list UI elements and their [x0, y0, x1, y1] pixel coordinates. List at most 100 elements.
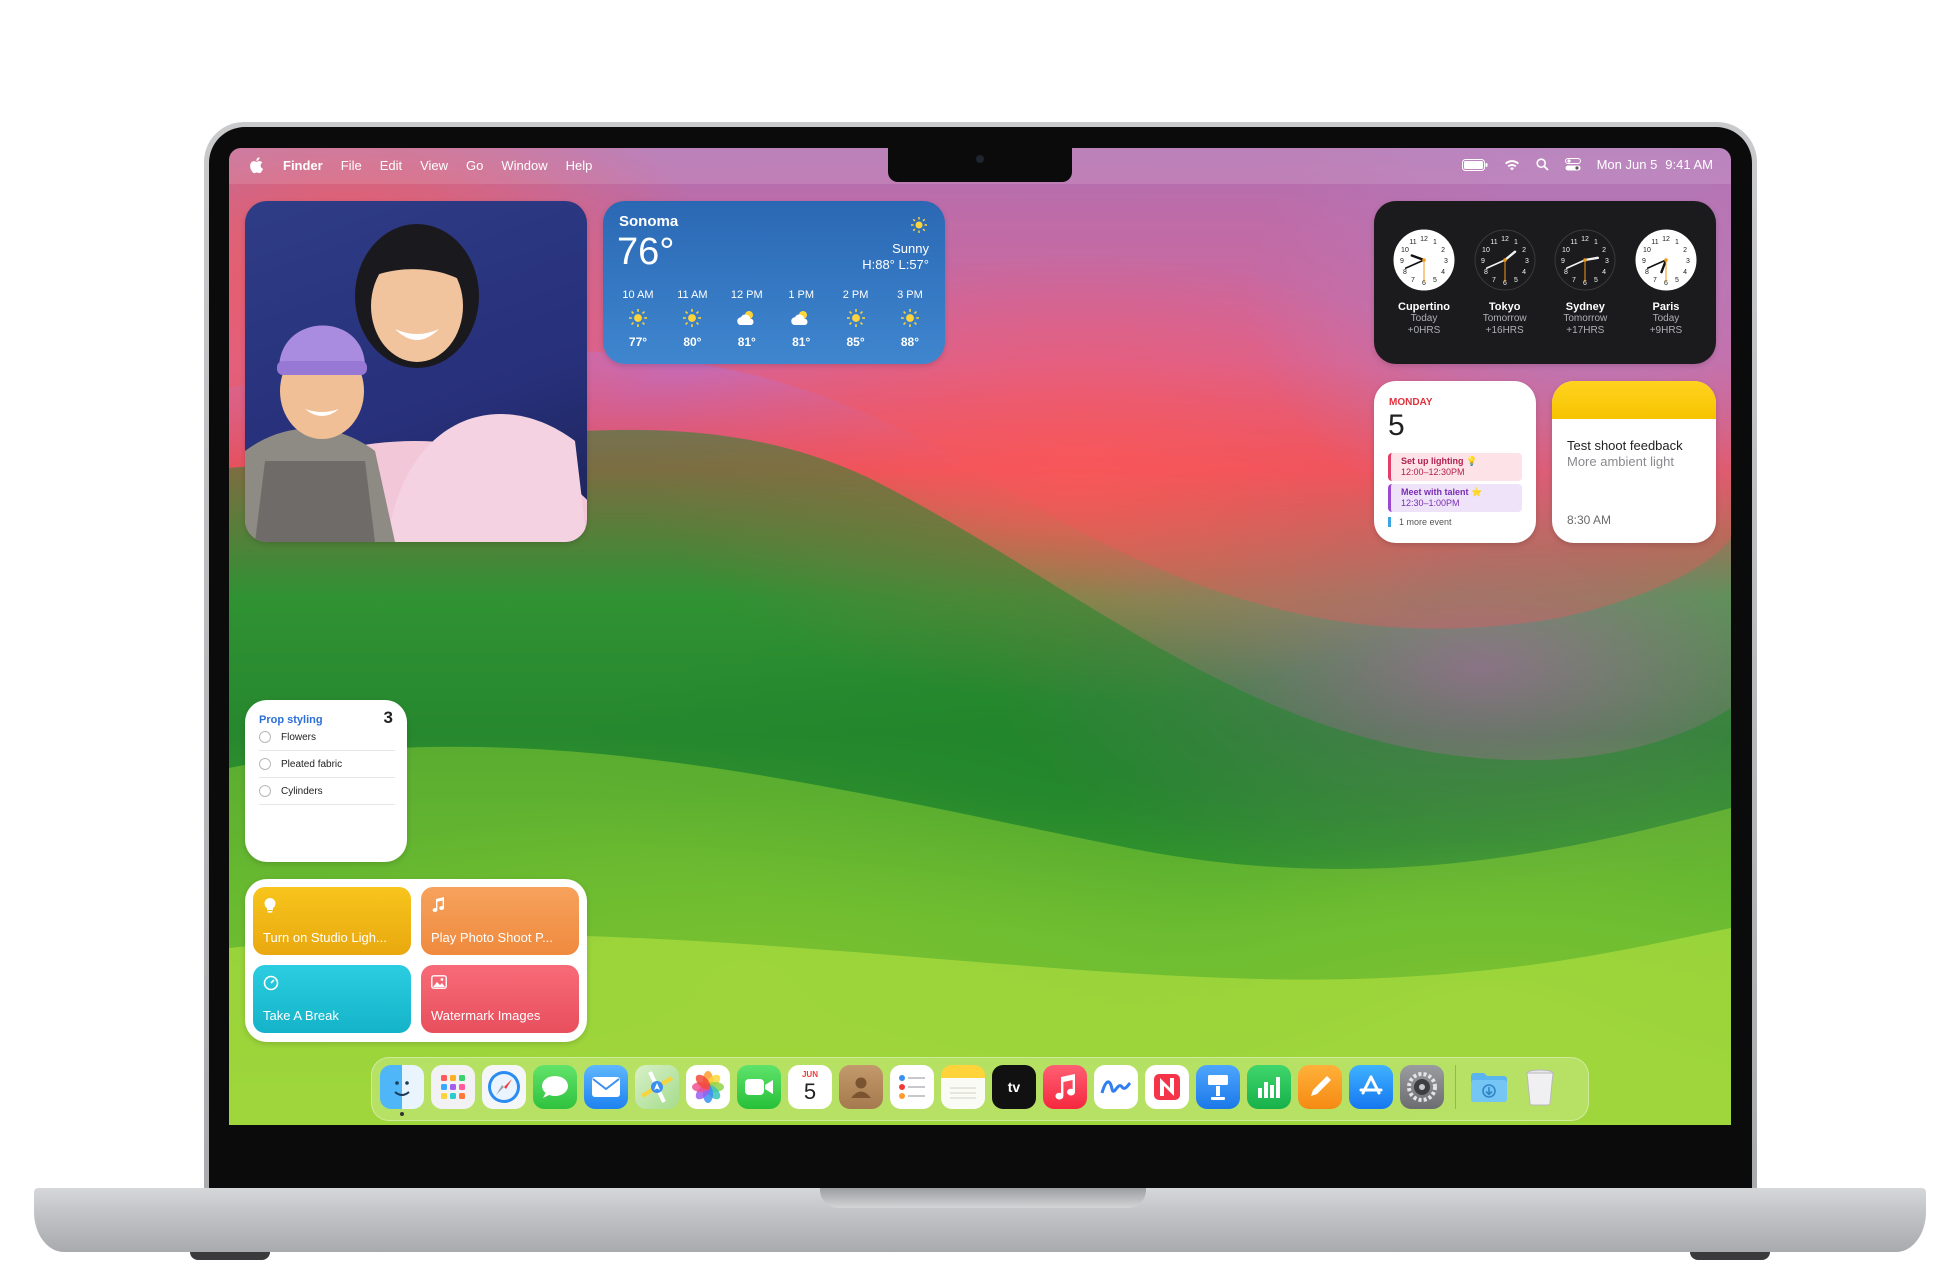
calendar-weekday: MONDAY — [1389, 397, 1433, 408]
menu-go[interactable]: Go — [466, 158, 483, 173]
control-center-icon[interactable] — [1565, 158, 1581, 171]
dock-launchpad[interactable] — [431, 1065, 475, 1109]
dock-downloads-folder[interactable] — [1467, 1065, 1511, 1109]
dock-contacts[interactable] — [839, 1065, 883, 1109]
dock-trash[interactable] — [1518, 1065, 1562, 1109]
menu-view[interactable]: View — [420, 158, 448, 173]
shortcut-take-a-break[interactable]: Take A Break — [253, 965, 411, 1033]
menu-app-finder[interactable]: Finder — [283, 158, 323, 173]
clock-numeral: 5 — [1675, 277, 1679, 284]
clock-numeral: 3 — [1686, 258, 1690, 265]
launchpad-icon — [439, 1073, 467, 1101]
dock-keynote[interactable] — [1196, 1065, 1240, 1109]
clock-numeral: 11 — [1651, 239, 1658, 246]
shortcut-label: Watermark Images — [431, 1008, 540, 1023]
dock-mail[interactable] — [584, 1065, 628, 1109]
forecast-hour: 2 PM85° — [829, 289, 883, 349]
weather-hourly-forecast: 10 AM77° 11 AM80° 12 PM81° 1 PM81° 2 PM8… — [611, 289, 937, 349]
photos-widget[interactable] — [245, 201, 587, 542]
message-bubble-icon — [540, 1074, 570, 1100]
event-title: Meet with talent ⭐ — [1401, 487, 1522, 498]
dock-maps[interactable] — [635, 1065, 679, 1109]
calendar-event[interactable]: Meet with talent ⭐ 12:30–1:00PM — [1388, 484, 1522, 512]
calendar-date: 5 — [1388, 409, 1405, 443]
clock-numeral: 2 — [1683, 247, 1687, 254]
clock-numeral: 11 — [1571, 239, 1578, 246]
shortcut-studio-lights[interactable]: Turn on Studio Ligh... — [253, 887, 411, 955]
dock-app-store[interactable] — [1349, 1065, 1393, 1109]
apple-menu-icon[interactable] — [249, 156, 265, 174]
clock-offset: +9HRS — [1626, 325, 1706, 337]
dock-notes[interactable] — [941, 1065, 985, 1109]
checkbox-circle-icon[interactable] — [259, 731, 271, 743]
clock-numeral: 2 — [1602, 247, 1606, 254]
dock-numbers[interactable] — [1247, 1065, 1291, 1109]
laptop-foot-right — [1690, 1252, 1770, 1260]
dock-photos[interactable] — [686, 1065, 730, 1109]
forecast-temp: 81° — [720, 335, 774, 349]
laptop-opening-notch — [820, 1188, 1146, 1208]
clock-day: Tomorrow — [1465, 313, 1545, 325]
forecast-temp: 85° — [829, 335, 883, 349]
reminder-item[interactable]: Flowers — [259, 724, 395, 751]
search-icon[interactable] — [1536, 158, 1549, 171]
world-clock-widget[interactable]: 123456789101112 Cupertino Today +0HRS 12… — [1374, 201, 1716, 364]
weather-condition: Sunny — [862, 241, 929, 257]
calendar-widget[interactable]: MONDAY 5 Set up lighting 💡 12:00–12:30PM… — [1374, 381, 1536, 543]
dock-messages[interactable] — [533, 1065, 577, 1109]
clock-numeral: 3 — [1605, 258, 1609, 265]
dock-separator — [1455, 1065, 1456, 1109]
clock-offset: +0HRS — [1384, 325, 1464, 337]
checkbox-circle-icon[interactable] — [259, 758, 271, 770]
menu-date[interactable]: Mon Jun 5 — [1597, 157, 1658, 172]
menu-file[interactable]: File — [341, 158, 362, 173]
checkbox-circle-icon[interactable] — [259, 785, 271, 797]
dock-system-settings[interactable] — [1400, 1065, 1444, 1109]
sun-icon — [683, 309, 701, 327]
timer-icon — [263, 975, 279, 991]
dock-tv[interactable]: tv — [992, 1065, 1036, 1109]
dock-reminders[interactable] — [890, 1065, 934, 1109]
forecast-temp: 81° — [774, 335, 828, 349]
shortcut-play-photo-shoot[interactable]: Play Photo Shoot P... — [421, 887, 579, 955]
dock-finder[interactable] — [380, 1065, 424, 1109]
dock-facetime[interactable] — [737, 1065, 781, 1109]
shortcut-watermark-images[interactable]: Watermark Images — [421, 965, 579, 1033]
menu-edit[interactable]: Edit — [380, 158, 402, 173]
battery-icon[interactable] — [1462, 159, 1488, 171]
menu-help[interactable]: Help — [566, 158, 593, 173]
weather-high-low: H:88° L:57° — [862, 257, 929, 273]
news-icon — [1152, 1072, 1182, 1102]
dock-safari[interactable] — [482, 1065, 526, 1109]
dock-news[interactable] — [1145, 1065, 1189, 1109]
reminders-widget[interactable]: Prop styling 3 Flowers Pleated fabric Cy… — [245, 700, 407, 862]
forecast-hour: 12 PM81° — [720, 289, 774, 349]
reminder-item[interactable]: Pleated fabric — [259, 751, 395, 778]
clock-numeral: 9 — [1642, 258, 1646, 265]
reminder-text: Cylinders — [281, 786, 323, 797]
forecast-temp: 77° — [611, 335, 665, 349]
weather-condition-block: Sunny H:88° L:57° — [862, 241, 929, 273]
dock-calendar[interactable]: JUN 5 — [788, 1065, 832, 1109]
notes-widget[interactable]: Test shoot feedback More ambient light 8… — [1552, 381, 1716, 543]
clock-numeral: 5 — [1594, 277, 1598, 284]
dock-freeform[interactable] — [1094, 1065, 1138, 1109]
clock-face: 123456789101112 — [1474, 229, 1536, 291]
menu-window[interactable]: Window — [501, 158, 547, 173]
weather-widget[interactable]: Sonoma 76° Sunny H:88° L:57° 10 AM77° 11… — [603, 201, 945, 364]
wifi-icon[interactable] — [1504, 159, 1520, 171]
clock-numeral: 5 — [1433, 277, 1437, 284]
dock-pages[interactable] — [1298, 1065, 1342, 1109]
downloads-folder-icon — [1469, 1070, 1509, 1104]
clock-offset: +16HRS — [1465, 325, 1545, 337]
weather-location: Sonoma — [619, 213, 678, 230]
reminder-text: Pleated fabric — [281, 759, 342, 770]
calendar-event[interactable]: Set up lighting 💡 12:00–12:30PM — [1388, 453, 1522, 481]
dock-music[interactable] — [1043, 1065, 1087, 1109]
event-time: 12:00–12:30PM — [1401, 467, 1465, 477]
clock-numeral: 1 — [1594, 239, 1598, 246]
menu-time[interactable]: 9:41 AM — [1665, 157, 1713, 172]
reminder-item[interactable]: Cylinders — [259, 778, 395, 805]
clock-city: Tokyo — [1465, 301, 1545, 313]
trash-icon — [1525, 1068, 1555, 1106]
